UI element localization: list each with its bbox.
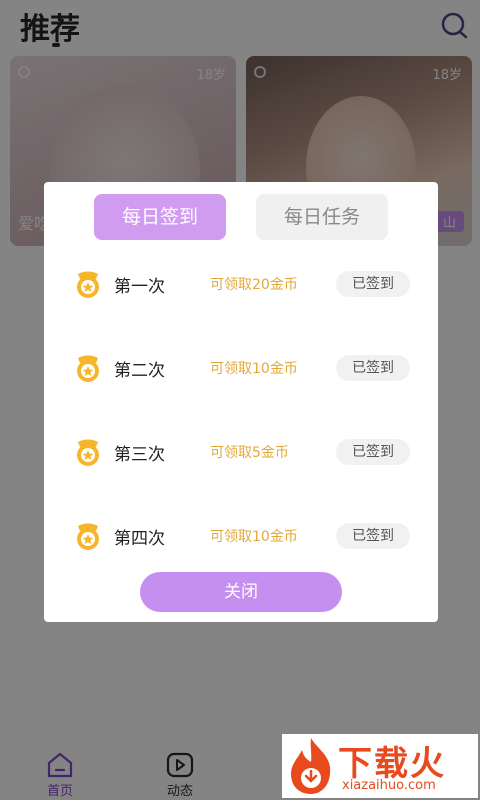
coin-icon xyxy=(77,271,99,298)
reward-text: 可领取10金币 xyxy=(210,361,298,377)
watermark-url: xiazaihuo.com xyxy=(342,778,436,793)
checkin-label: 第三次 xyxy=(114,445,165,465)
watermark-logo: 下载火 xiazaihuo.com xyxy=(282,734,478,798)
tab-daily-task[interactable]: 每日任务 xyxy=(256,194,388,240)
checkin-row: 第一次 可领取20金币 已签到 xyxy=(44,264,438,304)
checkin-row: 第四次 可领取10金币 已签到 xyxy=(44,516,438,556)
reward-text: 可领取20金币 xyxy=(210,277,298,293)
checkin-label: 第一次 xyxy=(114,277,165,297)
checkin-label: 第二次 xyxy=(114,361,165,381)
coin-icon xyxy=(77,355,99,382)
reward-text: 可领取5金币 xyxy=(210,445,289,461)
checkin-status-button[interactable]: 已签到 xyxy=(336,355,410,381)
tab-daily-checkin[interactable]: 每日签到 xyxy=(94,194,226,240)
checkin-status-button[interactable]: 已签到 xyxy=(336,439,410,465)
flame-logo-icon xyxy=(291,738,331,794)
coin-icon xyxy=(77,439,99,466)
checkin-label: 第四次 xyxy=(114,529,165,549)
coin-icon xyxy=(77,523,99,550)
checkin-row: 第二次 可领取10金币 已签到 xyxy=(44,348,438,388)
checkin-dialog: 每日签到 每日任务 第一次 可领取20金币 已签到 第二次 可领取10金币 已签… xyxy=(44,182,438,622)
checkin-status-button[interactable]: 已签到 xyxy=(336,271,410,297)
close-button[interactable]: 关闭 xyxy=(140,572,342,612)
checkin-row: 第三次 可领取5金币 已签到 xyxy=(44,432,438,472)
reward-text: 可领取10金币 xyxy=(210,529,298,545)
checkin-status-button[interactable]: 已签到 xyxy=(336,523,410,549)
